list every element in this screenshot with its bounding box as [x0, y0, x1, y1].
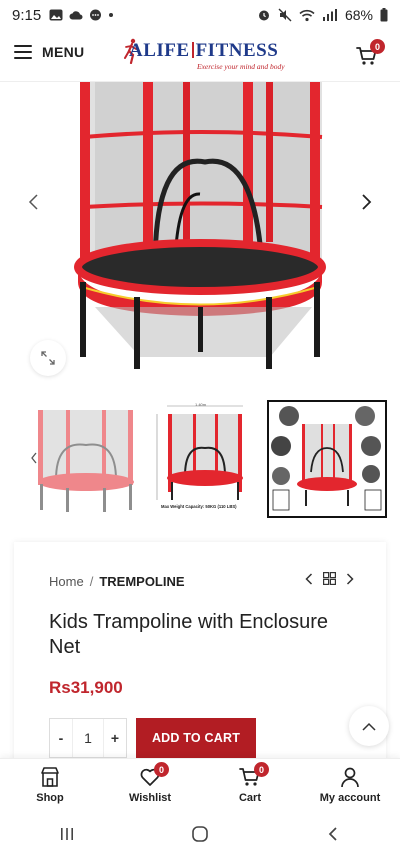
- menu-label: MENU: [42, 44, 85, 60]
- grid-view-icon[interactable]: [323, 572, 336, 585]
- previous-product-icon[interactable]: [305, 572, 313, 585]
- quantity-minus-button[interactable]: -: [50, 730, 72, 746]
- shop-icon: [41, 767, 59, 787]
- alarm-icon: [258, 10, 269, 21]
- bottom-navigation: Shop 0 Wishlist 0 Cart My account: [0, 758, 400, 810]
- home-circle-icon: [192, 825, 208, 842]
- image-notification-icon: [49, 9, 63, 21]
- back-button[interactable]: [308, 814, 358, 854]
- site-header: MENU ALIFE FITNESS Exercise your mind and…: [0, 30, 400, 82]
- signal-icon: [322, 9, 337, 21]
- nav-wishlist[interactable]: 0 Wishlist: [100, 759, 200, 810]
- back-icon: [329, 826, 337, 841]
- next-product-icon[interactable]: [346, 572, 354, 585]
- home-button[interactable]: [175, 814, 225, 854]
- chevron-up-icon: [362, 722, 376, 731]
- nav-shop-label: Shop: [36, 792, 64, 804]
- battery-icon: [380, 8, 388, 22]
- thumbnail-3-image: [271, 406, 382, 511]
- mute-icon: [278, 8, 292, 22]
- breadcrumb: Home / TREMPOLINE: [49, 574, 185, 589]
- thumb-prev-arrow-icon[interactable]: [30, 452, 38, 464]
- add-to-cart-button[interactable]: ADD TO CART: [136, 718, 256, 758]
- breadcrumb-separator: /: [89, 574, 94, 589]
- wifi-icon: [299, 9, 315, 21]
- wishlist-count-badge: 0: [154, 762, 169, 777]
- header-cart-button[interactable]: 0: [356, 39, 385, 67]
- expand-icon: [41, 351, 55, 365]
- status-bar: 9:15 68%: [0, 0, 400, 30]
- logo-brand-text: ALIFE FITNESS: [129, 40, 279, 61]
- breadcrumb-current[interactable]: TREMPOLINE: [99, 574, 184, 589]
- thumbnail-1-image: [38, 410, 134, 512]
- thumbnail-1[interactable]: [26, 400, 146, 518]
- recent-apps-icon: [60, 827, 73, 840]
- status-time: 9:15: [12, 6, 42, 24]
- site-logo[interactable]: ALIFE FITNESS Exercise your mind and body: [124, 38, 285, 76]
- scroll-to-top-button[interactable]: [349, 706, 389, 746]
- thumbnail-2[interactable]: 1.40m Max Weight Capacity: 50KG (110 LBS…: [145, 400, 265, 518]
- dot-icon: [109, 13, 114, 17]
- thumbnail-2-image: [156, 405, 243, 500]
- cloud-icon: [69, 11, 83, 20]
- nav-my-account[interactable]: My account: [300, 759, 400, 810]
- thumbnail-2-caption: Max Weight Capacity: 50KG (110 LBS): [161, 504, 237, 509]
- quantity-plus-button[interactable]: +: [104, 730, 126, 746]
- nav-my-account-label: My account: [319, 792, 381, 804]
- logo-tagline: Exercise your mind and body: [197, 62, 285, 71]
- quantity-input[interactable]: 1: [72, 719, 104, 757]
- gallery-next-arrow-icon[interactable]: [358, 194, 374, 210]
- thumbnail-strip: 1.40m Max Weight Capacity: 50KG (110 LBS…: [0, 400, 400, 520]
- battery-percent: 68%: [344, 7, 373, 23]
- zoom-button[interactable]: [30, 340, 66, 376]
- hamburger-icon: [14, 45, 32, 59]
- recent-apps-button[interactable]: [42, 814, 92, 854]
- nav-cart-count-badge: 0: [254, 762, 269, 777]
- product-title: Kids Trampoline with Enclosure Net: [49, 611, 329, 658]
- system-navigation-bar: [0, 810, 400, 857]
- nav-shop[interactable]: Shop: [0, 759, 100, 810]
- nav-cart[interactable]: 0 Cart: [200, 759, 300, 810]
- breadcrumb-home-link[interactable]: Home: [49, 574, 84, 589]
- cart-count-badge: 0: [370, 39, 385, 54]
- nav-cart-label: Cart: [238, 792, 261, 804]
- menu-button[interactable]: MENU: [14, 44, 84, 60]
- thumbnail-2-dimension: 1.40m: [195, 402, 207, 407]
- product-price: Rs31,900: [49, 678, 123, 697]
- user-icon: [341, 767, 359, 788]
- quantity-stepper: - 1 +: [49, 718, 127, 758]
- product-navigation: [305, 572, 354, 585]
- nav-wishlist-label: Wishlist: [128, 792, 172, 804]
- product-summary-card: Home / TREMPOLINE Kids Trampoline with E…: [14, 542, 386, 772]
- thumbnail-3[interactable]: [267, 400, 387, 518]
- gallery-prev-arrow-icon[interactable]: [26, 194, 42, 210]
- product-main-image[interactable]: [0, 82, 400, 392]
- chat-icon: [90, 9, 102, 20]
